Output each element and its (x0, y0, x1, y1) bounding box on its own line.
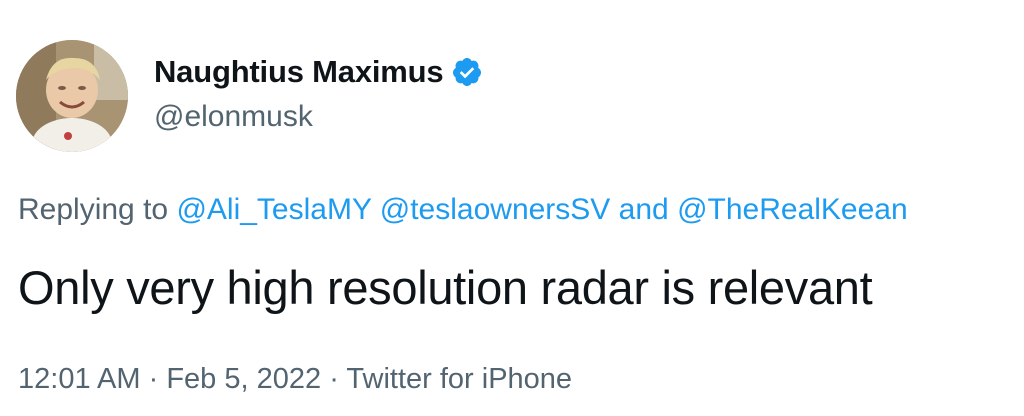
mention-link[interactable]: @teslaownersSV (380, 193, 611, 226)
replying-to: Replying to @Ali_TeslaMY @teslaownersSV … (18, 193, 908, 227)
replying-prefix: Replying to (18, 193, 169, 226)
verified-badge-icon (451, 56, 483, 88)
meta-separator: · (148, 363, 159, 395)
meta-separator: · (329, 363, 339, 395)
avatar[interactable] (16, 40, 128, 152)
mention-conjunction: and (618, 193, 669, 226)
tweet-text: Only very high resolution radar is relev… (18, 261, 873, 314)
avatar-image (16, 40, 128, 152)
tweet-source[interactable]: Twitter for iPhone (346, 363, 572, 395)
mention-link[interactable]: @TheRealKeean (677, 193, 908, 226)
display-name[interactable]: Naughtius Maximus (154, 54, 444, 90)
mention-link[interactable]: @Ali_TeslaMY (176, 193, 371, 226)
handle[interactable]: @elonmusk (154, 100, 313, 134)
author-row: Naughtius Maximus (154, 54, 483, 90)
tweet-card: Naughtius Maximus @elonmusk Replying to … (0, 0, 1024, 416)
tweet-meta: 12:01 AM · Feb 5, 2022 · Twitter for iPh… (18, 363, 572, 396)
tweet-time[interactable]: 12:01 AM (18, 363, 141, 395)
tweet-date[interactable]: Feb 5, 2022 (166, 363, 321, 395)
